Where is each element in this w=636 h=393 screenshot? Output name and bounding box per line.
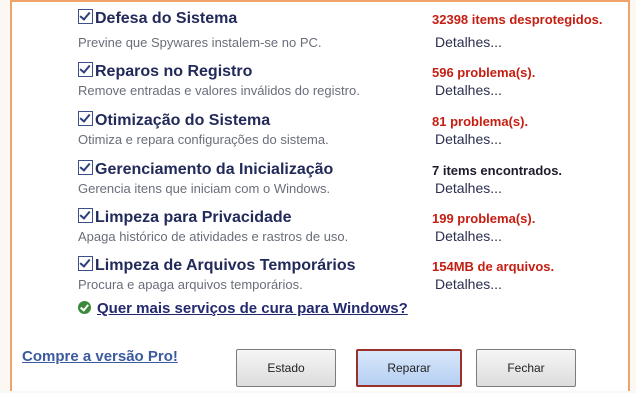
checkbox-checked-icon[interactable] xyxy=(78,256,93,271)
item-title: Reparos no Registro xyxy=(95,63,253,80)
item-title-row[interactable]: Limpeza para Privacidade xyxy=(78,207,292,227)
details-link[interactable]: Detalhes... xyxy=(435,34,502,50)
item-status: 32398 items desprotegidos. xyxy=(432,12,603,27)
item-title-row[interactable]: Otimização do Sistema xyxy=(78,110,270,130)
item-title: Gerenciamento da Inicialização xyxy=(95,161,334,178)
checkbox-checked-icon[interactable] xyxy=(78,111,93,126)
item-status: 7 items encontrados. xyxy=(432,163,563,178)
item-description: Procura e apaga arquivos temporários. xyxy=(78,277,303,292)
item-status: 154MB de arquivos. xyxy=(432,259,555,274)
item-title-row[interactable]: Limpeza de Arquivos Temporários xyxy=(78,255,356,275)
close-button[interactable]: Fechar xyxy=(476,349,576,387)
more-services-link[interactable]: Quer mais serviços de cura para Windows? xyxy=(78,300,408,317)
item-status: 81 problema(s). xyxy=(432,114,529,129)
checkbox-checked-icon[interactable] xyxy=(78,62,93,77)
details-link[interactable]: Detalhes... xyxy=(435,228,502,244)
repair-button[interactable]: Reparar xyxy=(356,349,462,387)
item-status: 596 problema(s). xyxy=(432,65,536,80)
details-link[interactable]: Detalhes... xyxy=(435,180,502,196)
item-title: Otimização do Sistema xyxy=(95,112,271,129)
check-circle-icon xyxy=(78,301,91,314)
checkbox-checked-icon[interactable] xyxy=(78,208,93,223)
buy-pro-link[interactable]: Compre a versão Pro! xyxy=(22,348,178,365)
item-status: 199 problema(s). xyxy=(432,211,536,226)
status-button[interactable]: Estado xyxy=(236,349,336,387)
item-description: Gerencia itens que iniciam com o Windows… xyxy=(78,181,331,196)
checkbox-checked-icon[interactable] xyxy=(78,160,93,175)
details-link[interactable]: Detalhes... xyxy=(435,276,502,292)
item-title: Defesa do Sistema xyxy=(95,10,238,27)
item-title: Limpeza de Arquivos Temporários xyxy=(95,257,356,274)
item-description: Previne que Spywares instalem-se no PC. xyxy=(78,35,322,50)
item-title-row[interactable]: Gerenciamento da Inicialização xyxy=(78,159,333,179)
details-link[interactable]: Detalhes... xyxy=(435,131,502,147)
item-title-row[interactable]: Reparos no Registro xyxy=(78,61,252,81)
checkbox-checked-icon[interactable] xyxy=(78,9,93,24)
item-description: Apaga histórico de atividades e rastros … xyxy=(78,229,349,244)
item-title-row[interactable]: Defesa do Sistema xyxy=(78,8,237,28)
item-description: Remove entradas e valores inválidos do r… xyxy=(78,83,360,98)
more-services-label: Quer mais serviços de cura para Windows? xyxy=(97,300,408,317)
details-link[interactable]: Detalhes... xyxy=(435,82,502,98)
item-title: Limpeza para Privacidade xyxy=(95,209,292,226)
item-description: Otimiza e repara configurações do sistem… xyxy=(78,132,329,147)
